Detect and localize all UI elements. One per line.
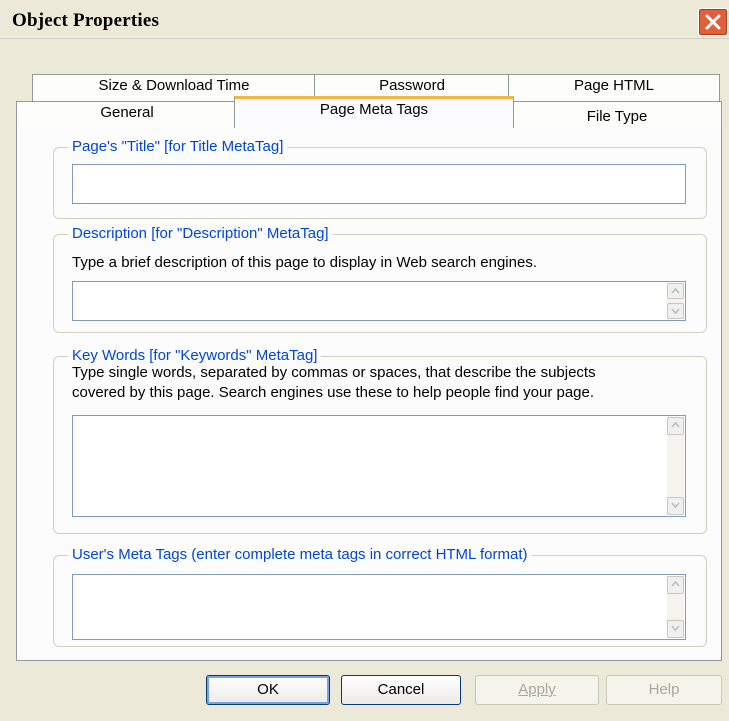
tab-label: Page Meta Tags (319, 101, 429, 118)
close-button[interactable] (698, 8, 728, 36)
scroll-up-button[interactable] (667, 576, 684, 594)
keywords-group: Key Words [for "Keywords" MetaTag] Type … (53, 347, 707, 534)
scroll-up-button[interactable] (667, 283, 684, 299)
chevron-down-icon (671, 625, 680, 632)
chevron-down-icon (671, 502, 680, 509)
keywords-help-line2: covered by this page. Search engines use… (72, 384, 595, 401)
description-help-text: Type a brief description of this page to… (72, 254, 537, 271)
chevron-down-icon (671, 308, 680, 315)
description-group: Description [for "Description" MetaTag] … (53, 225, 707, 333)
cancel-button[interactable]: Cancel (341, 675, 461, 705)
tab-label: General (100, 104, 154, 121)
window-title: Object Properties (12, 10, 160, 31)
tab-label: Page HTML (573, 77, 655, 94)
help-button[interactable]: Help (606, 675, 722, 705)
page-title-input[interactable] (72, 164, 686, 204)
close-icon (705, 14, 721, 30)
user-meta-tags-group: User's Meta Tags (enter complete meta ta… (53, 546, 707, 647)
scroll-up-button[interactable] (667, 417, 684, 435)
tab-page-html[interactable]: Page HTML (508, 74, 720, 102)
scroll-down-button[interactable] (667, 303, 684, 319)
ok-button[interactable]: OK (206, 675, 330, 705)
keywords-scrollbar[interactable] (667, 417, 684, 515)
title-bar: Object Properties (0, 0, 729, 39)
tab-page-meta-tags[interactable]: Page Meta Tags (234, 96, 514, 128)
description-group-legend: Description [for "Description" MetaTag] (68, 225, 333, 242)
chevron-up-icon (671, 287, 680, 294)
title-group: Page's "Title" [for Title MetaTag] (53, 138, 707, 219)
user-meta-tags-scrollbar[interactable] (667, 576, 684, 638)
tab-label: Password (379, 77, 445, 94)
help-label: Help (648, 681, 680, 698)
apply-button[interactable]: Apply (475, 675, 599, 705)
user-meta-tags-input[interactable] (72, 574, 686, 640)
cancel-label: Cancel (377, 681, 425, 698)
chevron-up-icon (671, 580, 680, 587)
tab-panel: Page's "Title" [for Title MetaTag] Descr… (16, 126, 722, 661)
description-scrollbar[interactable] (667, 283, 684, 319)
chevron-up-icon (671, 421, 680, 428)
keywords-help-line1: Type single words, separated by commas o… (72, 364, 596, 381)
keywords-input[interactable] (72, 415, 686, 517)
tab-label: File Type (586, 108, 648, 125)
tab-label: Size & Download Time (98, 77, 250, 94)
description-input[interactable] (72, 281, 686, 321)
user-meta-tags-legend: User's Meta Tags (enter complete meta ta… (68, 546, 532, 563)
tab-general[interactable]: General (16, 101, 238, 127)
keywords-group-legend: Key Words [for "Keywords" MetaTag] (68, 347, 322, 364)
scroll-down-button[interactable] (667, 497, 684, 515)
ok-label: OK (257, 681, 279, 698)
apply-label: Apply (518, 681, 556, 698)
title-group-legend: Page's "Title" [for Title MetaTag] (68, 138, 288, 155)
tab-file-type[interactable]: File Type (512, 101, 722, 127)
scroll-down-button[interactable] (667, 620, 684, 638)
